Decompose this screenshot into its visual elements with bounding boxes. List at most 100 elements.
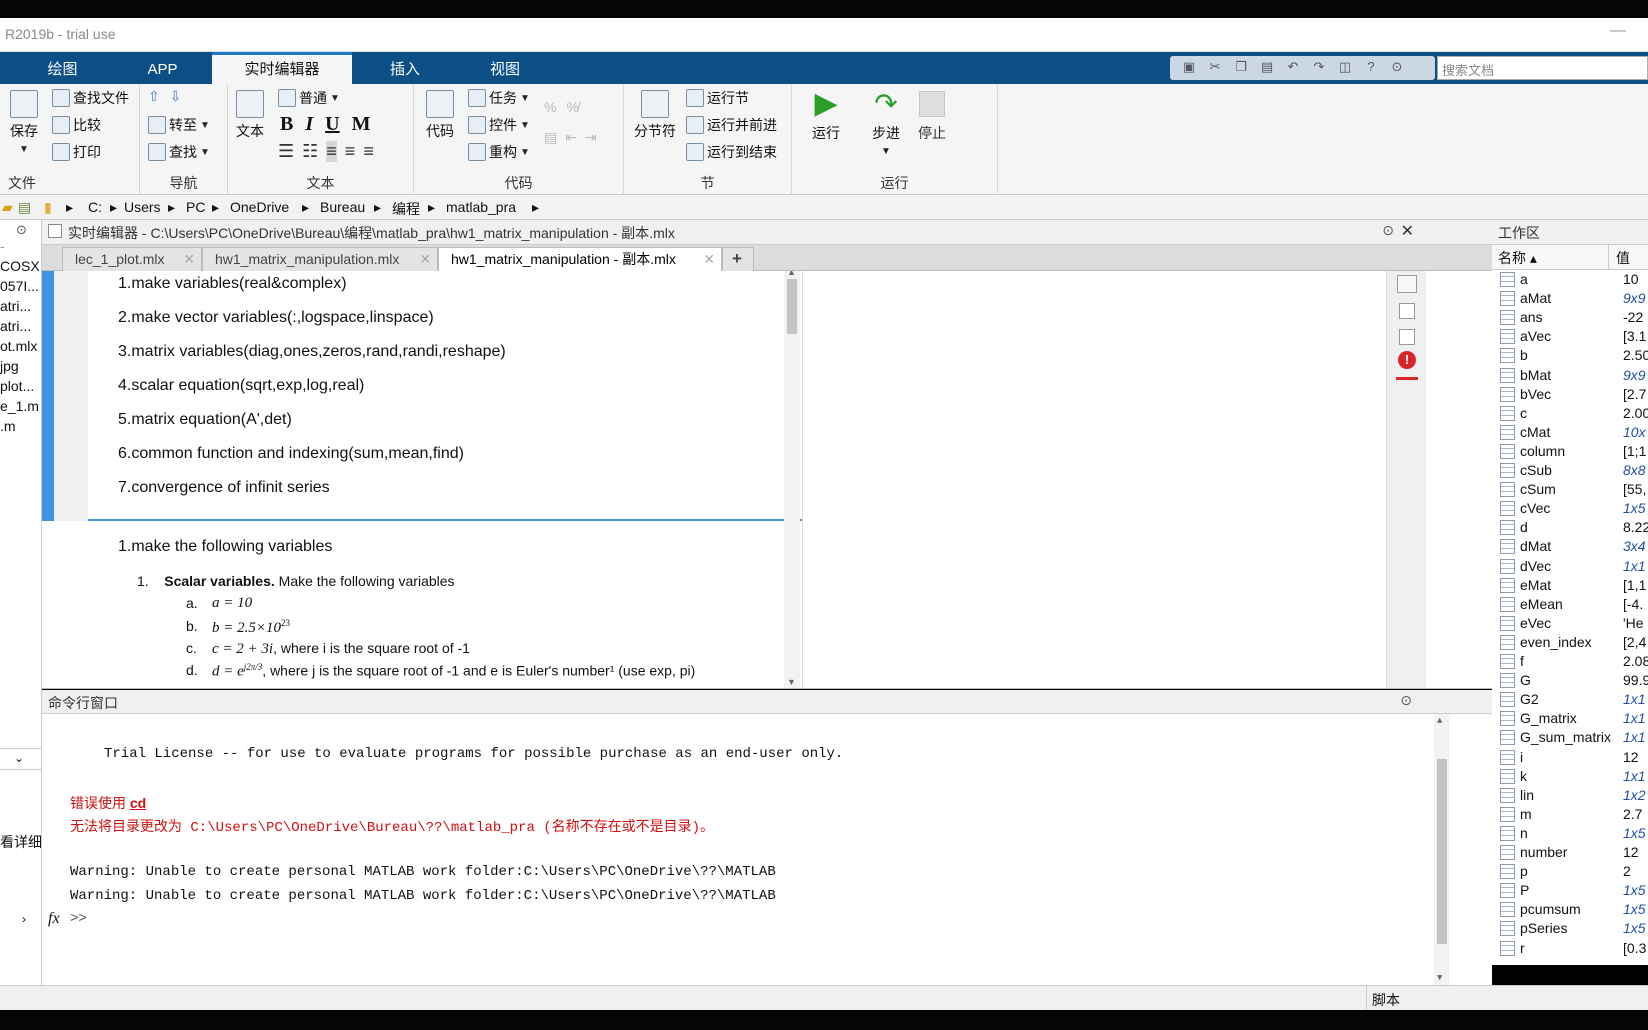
tab-view[interactable]: 视图 bbox=[465, 52, 545, 84]
task-button[interactable]: 任务 ▼ bbox=[468, 88, 530, 108]
file-item[interactable]: ot.mlx bbox=[0, 338, 37, 354]
path-segment[interactable]: OneDrive bbox=[230, 199, 289, 215]
error-marker[interactable] bbox=[1396, 377, 1418, 380]
workspace-row[interactable]: dVec 1x1 bbox=[1492, 557, 1648, 576]
workspace-row[interactable]: cSum [55, bbox=[1492, 480, 1648, 499]
scroll-up-icon[interactable]: ▲ bbox=[787, 271, 796, 277]
help-icon[interactable]: ? bbox=[1360, 59, 1382, 77]
path-segment[interactable]: Bureau bbox=[320, 199, 365, 215]
workspace-row[interactable]: G_matrix 1x1 bbox=[1492, 709, 1648, 728]
workspace-row[interactable]: cSub 8x8 bbox=[1492, 461, 1648, 480]
command-scrollbar[interactable]: ▲ ▼ bbox=[1434, 714, 1450, 985]
workspace-row[interactable]: eVec 'He bbox=[1492, 614, 1648, 633]
workspace-row[interactable]: cVec 1x5 bbox=[1492, 499, 1648, 518]
address-bar[interactable]: ▰ ▤ ▮ ▸ C: ▸ Users ▸ PC ▸ OneDrive ▸ Bur… bbox=[0, 195, 1648, 220]
scroll-up-icon[interactable]: ▲ bbox=[1437, 716, 1442, 726]
workspace-row[interactable]: lin 1x2 bbox=[1492, 786, 1648, 805]
align-center-icon[interactable]: ≡ bbox=[345, 141, 356, 162]
file-item[interactable]: .m bbox=[0, 418, 16, 434]
save-button[interactable]: 保存 ▼ bbox=[10, 90, 38, 155]
uncomment-icon[interactable]: %̸ bbox=[566, 99, 578, 115]
workspace-row[interactable]: pcumsum 1x5 bbox=[1492, 900, 1648, 919]
code-button[interactable]: 代码 bbox=[426, 90, 454, 141]
undo-icon[interactable]: ↶ bbox=[1282, 59, 1304, 77]
run-button[interactable]: ▶ 运行 bbox=[812, 88, 840, 143]
options-icon[interactable]: ⊙ bbox=[1386, 59, 1408, 77]
editor-scrollbar[interactable]: ▲ ▼ bbox=[784, 271, 800, 688]
file-item[interactable]: plot... bbox=[0, 378, 34, 394]
control-button[interactable]: 控件 ▼ bbox=[468, 115, 530, 135]
text-button[interactable]: 文本 bbox=[236, 90, 264, 141]
editor-tab[interactable]: lec_1_plot.mlx ✕ bbox=[62, 247, 202, 271]
workspace-row[interactable]: f 2.08 bbox=[1492, 652, 1648, 671]
align-left-icon[interactable]: ≡ bbox=[326, 141, 337, 162]
workspace-row[interactable]: n 1x5 bbox=[1492, 824, 1648, 843]
path-segment[interactable]: Users bbox=[124, 199, 161, 215]
editor-options-icon[interactable]: ⊙ bbox=[1382, 222, 1394, 239]
goto-button[interactable]: 转至 ▼ bbox=[148, 115, 210, 135]
workspace-row[interactable]: dMat 3x4 bbox=[1492, 537, 1648, 556]
workspace-row[interactable]: eMean [-4. bbox=[1492, 595, 1648, 614]
smart-indent-icon[interactable]: ▤ bbox=[544, 129, 557, 146]
file-item[interactable]: e_1.m bbox=[0, 398, 39, 414]
chevron-right-icon[interactable]: › bbox=[22, 912, 26, 926]
function-browser-icon[interactable]: fx bbox=[48, 910, 60, 928]
file-item[interactable]: atri... bbox=[0, 318, 31, 334]
section-break-button[interactable]: 分节符 bbox=[634, 90, 676, 141]
workspace-row[interactable]: d 8.22 bbox=[1492, 518, 1648, 537]
panel-options-icon[interactable]: ⊙ bbox=[16, 222, 27, 238]
find-files-button[interactable]: 查找文件 bbox=[52, 88, 129, 108]
file-item[interactable]: 057I... bbox=[0, 278, 39, 294]
workspace-row[interactable]: bMat 9x9 bbox=[1492, 366, 1648, 385]
file-item[interactable]: atri... bbox=[0, 298, 31, 314]
folder-icon[interactable]: ▰ bbox=[2, 199, 13, 216]
workspace-row[interactable]: G 99.9 bbox=[1492, 671, 1648, 690]
run-section-button[interactable]: 运行节 bbox=[686, 88, 749, 108]
output-right-icon[interactable] bbox=[1397, 275, 1417, 293]
editor-tab-active[interactable]: hw1_matrix_manipulation - 副本.mlx ✕ bbox=[438, 247, 722, 272]
scroll-down-icon[interactable]: ▼ bbox=[787, 677, 796, 687]
close-tab-icon[interactable]: ✕ bbox=[419, 248, 431, 270]
redo-icon[interactable]: ↷ bbox=[1308, 59, 1330, 77]
workspace-row[interactable]: G2 1x1 bbox=[1492, 690, 1648, 709]
bold-button[interactable]: B bbox=[280, 113, 293, 136]
underline-button[interactable]: U bbox=[325, 113, 339, 136]
paste-icon[interactable]: ▤ bbox=[1256, 59, 1278, 77]
comment-icon[interactable]: % bbox=[544, 99, 556, 115]
error-icon[interactable]: ! bbox=[1398, 351, 1416, 369]
workspace-row[interactable]: aMat 9x9 bbox=[1492, 289, 1648, 308]
cut-icon[interactable]: ✂ bbox=[1204, 59, 1226, 77]
paragraph-style-dropdown[interactable]: 普通 ▼ bbox=[278, 88, 340, 108]
hide-code-icon[interactable] bbox=[1399, 329, 1415, 345]
cd-link[interactable]: cd bbox=[130, 795, 146, 811]
close-tab-icon[interactable]: ✕ bbox=[183, 248, 195, 270]
find-button[interactable]: 查找 ▼ bbox=[148, 142, 210, 162]
search-docs-input[interactable]: 搜索文档 bbox=[1437, 56, 1648, 80]
workspace-row[interactable]: r [0.3 bbox=[1492, 939, 1648, 958]
details-toggle[interactable]: ⌄ bbox=[0, 748, 41, 770]
print-button[interactable]: 打印 bbox=[52, 142, 101, 162]
italic-button[interactable]: I bbox=[305, 113, 313, 136]
command-prompt[interactable]: >> bbox=[70, 911, 87, 927]
workspace-row[interactable]: aVec [3.1 bbox=[1492, 327, 1648, 346]
workspace-row[interactable]: c 2.00 bbox=[1492, 404, 1648, 423]
editor-tab[interactable]: hw1_matrix_manipulation.mlx ✕ bbox=[202, 247, 438, 271]
path-segment[interactable]: C: bbox=[88, 199, 102, 215]
file-item[interactable]: COSX bbox=[0, 258, 40, 274]
workspace-row[interactable]: G_sum_matrix 1x1 bbox=[1492, 728, 1648, 747]
tab-insert[interactable]: 插入 bbox=[365, 52, 445, 84]
workspace-row[interactable]: b 2.50 bbox=[1492, 346, 1648, 365]
decrease-indent-icon[interactable]: ⇤ bbox=[565, 129, 577, 146]
workspace-row[interactable]: cMat 10x bbox=[1492, 423, 1648, 442]
path-segment[interactable]: matlab_pra bbox=[446, 199, 516, 215]
value-column-header[interactable]: 值 bbox=[1616, 248, 1630, 268]
command-options-icon[interactable]: ⊙ bbox=[1400, 692, 1412, 709]
workspace-row[interactable]: k 1x1 bbox=[1492, 767, 1648, 786]
workspace-row[interactable]: bVec [2.7 bbox=[1492, 385, 1648, 404]
close-tab-icon[interactable]: ✕ bbox=[703, 248, 715, 270]
bullet-list-icon[interactable]: ☰ bbox=[278, 141, 294, 162]
workspace-row[interactable]: number 12 bbox=[1492, 843, 1648, 862]
scrollbar-thumb[interactable] bbox=[1437, 759, 1447, 944]
browse-folder-icon[interactable]: ▤ bbox=[18, 199, 31, 216]
workspace-row[interactable]: a 10 bbox=[1492, 270, 1648, 289]
